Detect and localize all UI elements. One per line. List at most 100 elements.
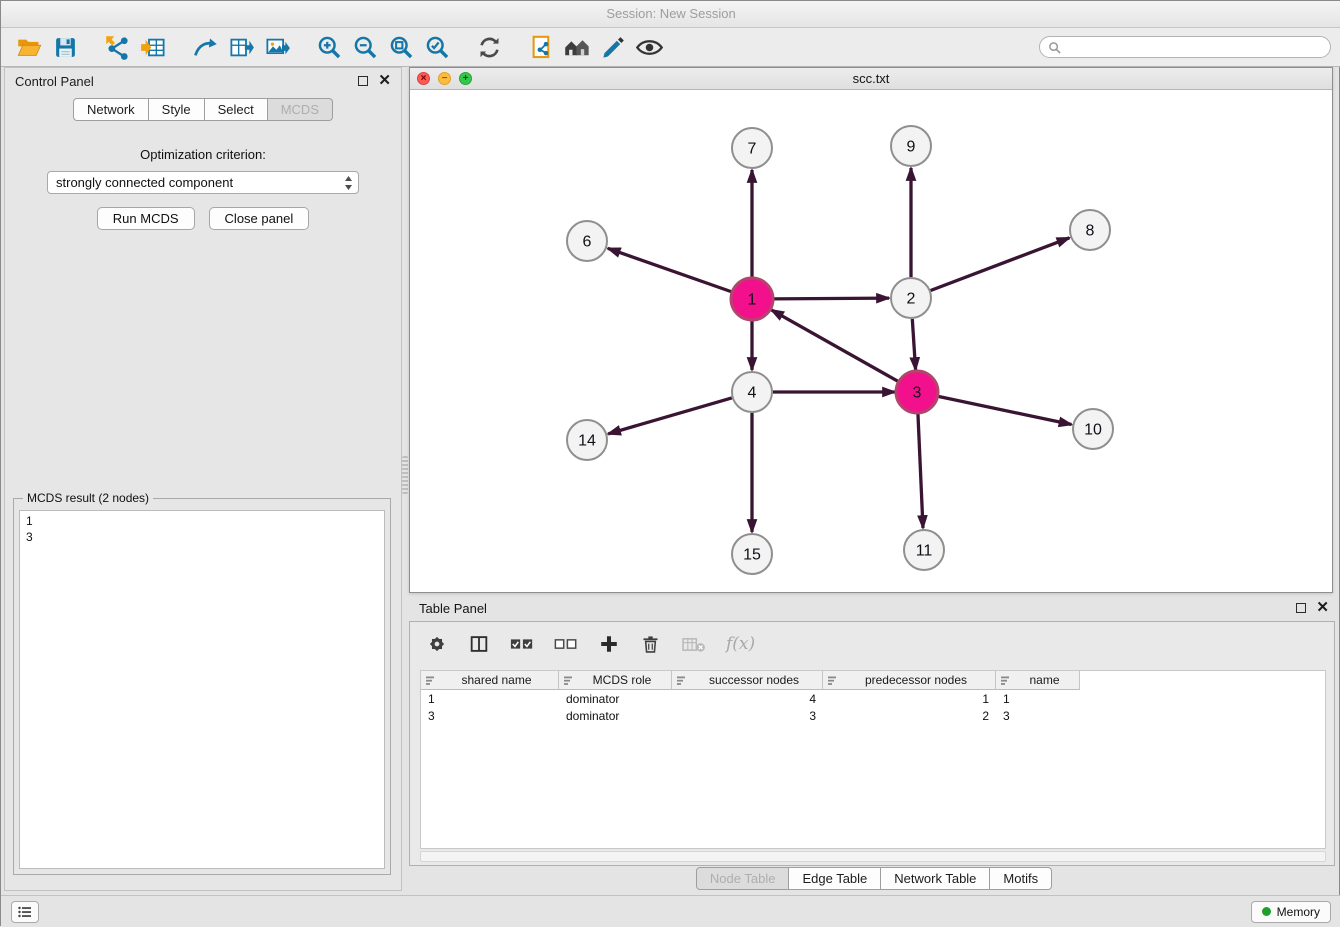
export-image-button[interactable] — [259, 31, 295, 63]
mcds-result-list[interactable]: 1 3 — [19, 510, 385, 869]
unchecked-boxes-icon — [554, 635, 578, 653]
column-header-label: MCDS role — [577, 673, 667, 687]
sort-icon — [563, 675, 574, 686]
apply-style-button[interactable] — [595, 31, 631, 63]
column-header-label: shared name — [439, 673, 554, 687]
column-header-predecessor-nodes[interactable]: predecessor nodes — [823, 671, 996, 690]
column-header-label: successor nodes — [690, 673, 818, 687]
status-bar: Memory — [1, 895, 1340, 927]
dropdown-value: strongly connected component — [56, 175, 233, 190]
edge-2-8[interactable] — [931, 238, 1070, 291]
tab-network-table[interactable]: Network Table — [881, 867, 990, 890]
import-network-icon — [104, 34, 131, 61]
table-toolbar: f(x) — [410, 622, 1334, 666]
tab-network[interactable]: Network — [73, 98, 149, 121]
optimization-label: Optimization criterion: — [5, 147, 401, 162]
delete-table-button[interactable] — [681, 635, 706, 654]
column-header-label: name — [1014, 673, 1075, 687]
eye-icon — [635, 34, 664, 61]
zoom-out-button[interactable] — [347, 31, 383, 63]
zoom-window-button[interactable]: + — [459, 72, 472, 85]
memory-button[interactable]: Memory — [1251, 901, 1331, 923]
search-input[interactable] — [1066, 40, 1322, 54]
home-layout-button[interactable] — [559, 31, 595, 63]
tab-motifs[interactable]: Motifs — [990, 867, 1052, 890]
column-header-shared-name[interactable]: shared name — [421, 671, 559, 690]
network-window-title: scc.txt — [853, 71, 890, 86]
graph-node-label-7: 7 — [748, 141, 757, 158]
memory-status-icon — [1262, 907, 1271, 916]
refresh-button[interactable] — [471, 31, 507, 63]
add-column-button[interactable] — [598, 633, 620, 655]
zoom-fit-button[interactable] — [383, 31, 419, 63]
edge-1-6[interactable] — [608, 248, 732, 292]
open-network-file-button[interactable] — [523, 31, 559, 63]
tab-edge-table[interactable]: Edge Table — [789, 867, 881, 890]
table-row[interactable]: 3dominator323 — [421, 707, 1325, 724]
table-cell: 3 — [672, 709, 823, 723]
edge-3-1[interactable] — [771, 310, 899, 382]
function-builder-button[interactable]: f(x) — [726, 634, 755, 654]
zoom-selected-button[interactable] — [419, 31, 455, 63]
import-table-button[interactable] — [135, 31, 171, 63]
graph-node-label-11: 11 — [916, 543, 933, 560]
export-network-icon — [192, 34, 219, 61]
panel-splitter-handle[interactable] — [402, 456, 408, 494]
select-all-button[interactable] — [510, 635, 534, 653]
close-panel-button[interactable]: Close panel — [209, 207, 310, 230]
plus-icon — [598, 633, 620, 655]
open-file-button[interactable] — [11, 31, 47, 63]
control-panel-title: Control Panel — [15, 74, 94, 89]
show-hide-button[interactable] — [631, 31, 667, 63]
table-panel-title: Table Panel — [419, 601, 487, 616]
task-history-button[interactable] — [11, 901, 39, 923]
minimize-window-button[interactable]: − — [438, 72, 451, 85]
refresh-icon — [476, 34, 503, 61]
table-cell: 4 — [672, 692, 823, 706]
zoom-out-icon — [352, 34, 379, 61]
delete-column-button[interactable] — [640, 634, 661, 655]
table-cell: dominator — [559, 709, 672, 723]
run-mcds-button[interactable]: Run MCDS — [97, 207, 195, 230]
edge-2-3[interactable] — [912, 319, 915, 370]
float-panel-icon[interactable] — [358, 76, 368, 86]
edge-4-14[interactable] — [608, 398, 732, 434]
table-horizontal-scrollbar[interactable] — [420, 851, 1326, 862]
control-panel-tabs: NetworkStyleSelectMCDS — [5, 98, 401, 121]
window-title: Session: New Session — [1, 1, 1340, 28]
table-cell: 1 — [996, 692, 1080, 706]
column-header-MCDS-role[interactable]: MCDS role — [559, 671, 672, 690]
close-window-button[interactable]: × — [417, 72, 430, 85]
edge-3-11[interactable] — [918, 413, 923, 528]
table-row[interactable]: 1dominator411 — [421, 690, 1325, 707]
export-table-icon — [228, 34, 255, 61]
network-canvas[interactable]: 7968124310141511 — [410, 90, 1332, 592]
save-session-button[interactable] — [47, 31, 83, 63]
network-graph[interactable]: 7968124310141511 — [410, 90, 1334, 594]
close-table-panel-icon[interactable]: ✕ — [1316, 603, 1329, 613]
edge-3-10[interactable] — [938, 396, 1072, 424]
zoom-in-button[interactable] — [311, 31, 347, 63]
show-columns-button[interactable] — [468, 633, 490, 655]
export-table-button[interactable] — [223, 31, 259, 63]
tab-mcds[interactable]: MCDS — [268, 98, 333, 121]
mcds-result-title: MCDS result (2 nodes) — [23, 491, 153, 505]
search-field[interactable] — [1039, 36, 1331, 58]
optimization-dropdown[interactable]: strongly connected component — [47, 171, 359, 194]
sort-icon — [676, 675, 687, 686]
float-table-panel-icon[interactable] — [1296, 603, 1306, 613]
table-header-row: shared name MCDS role successor nodes prede… — [421, 671, 1325, 690]
column-settings-button[interactable] — [426, 633, 448, 655]
network-window: × − + scc.txt 7968124310141511 — [409, 67, 1333, 593]
edge-1-2[interactable] — [773, 298, 889, 299]
column-header-name[interactable]: name — [996, 671, 1080, 690]
import-network-button[interactable] — [99, 31, 135, 63]
tab-node-table[interactable]: Node Table — [696, 867, 790, 890]
export-network-button[interactable] — [187, 31, 223, 63]
close-panel-icon[interactable]: ✕ — [378, 76, 391, 86]
tab-style[interactable]: Style — [149, 98, 205, 121]
column-header-successor-nodes[interactable]: successor nodes — [672, 671, 823, 690]
deselect-all-button[interactable] — [554, 635, 578, 653]
tab-select[interactable]: Select — [205, 98, 268, 121]
graph-node-label-6: 6 — [583, 234, 592, 251]
